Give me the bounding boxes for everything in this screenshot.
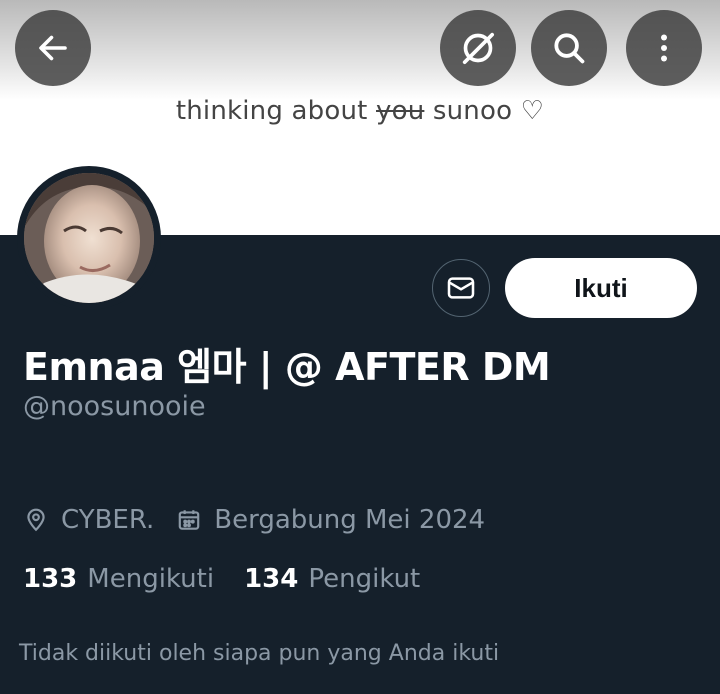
more-vertical-icon xyxy=(661,34,667,62)
display-name: Emnaa 엠마 | @ AFTER DM xyxy=(23,345,551,389)
profile-meta: CYBER. Bergabung Mei 2024 xyxy=(23,505,507,535)
following-link[interactable]: 133 Mengikuti xyxy=(23,564,214,594)
follow-button[interactable]: Ikuti xyxy=(505,258,697,318)
following-label: Mengikuti xyxy=(87,564,215,594)
followers-link[interactable]: 134 Pengikut xyxy=(244,564,420,594)
user-handle: @noosunooie xyxy=(23,391,206,422)
join-date-text: Bergabung Mei 2024 xyxy=(214,505,486,535)
banner-caption: thinking about you sunoo ♡ xyxy=(175,96,545,126)
message-button[interactable] xyxy=(432,259,490,317)
grok-button[interactable] xyxy=(440,10,516,86)
avatar-image xyxy=(24,173,154,303)
location: CYBER. xyxy=(23,505,154,535)
search-button[interactable] xyxy=(531,10,607,86)
envelope-icon xyxy=(447,277,475,299)
more-button[interactable] xyxy=(626,10,702,86)
followed-by-note: Tidak diikuti oleh siapa pun yang Anda i… xyxy=(19,641,500,666)
back-button[interactable] xyxy=(15,10,91,86)
avatar[interactable] xyxy=(24,173,154,303)
followers-count: 134 xyxy=(244,564,299,594)
grok-icon xyxy=(462,32,494,64)
follow-counts: 133 Mengikuti 134 Pengikut xyxy=(23,564,450,594)
search-icon xyxy=(554,33,585,64)
following-count: 133 xyxy=(23,564,78,594)
followers-label: Pengikut xyxy=(308,564,421,594)
calendar-icon xyxy=(178,510,200,530)
arrow-left-icon xyxy=(39,35,67,61)
location-text: CYBER. xyxy=(61,505,155,535)
location-pin-icon xyxy=(27,508,45,532)
avatar-frame[interactable] xyxy=(17,166,161,310)
join-date: Bergabung Mei 2024 xyxy=(176,505,485,535)
